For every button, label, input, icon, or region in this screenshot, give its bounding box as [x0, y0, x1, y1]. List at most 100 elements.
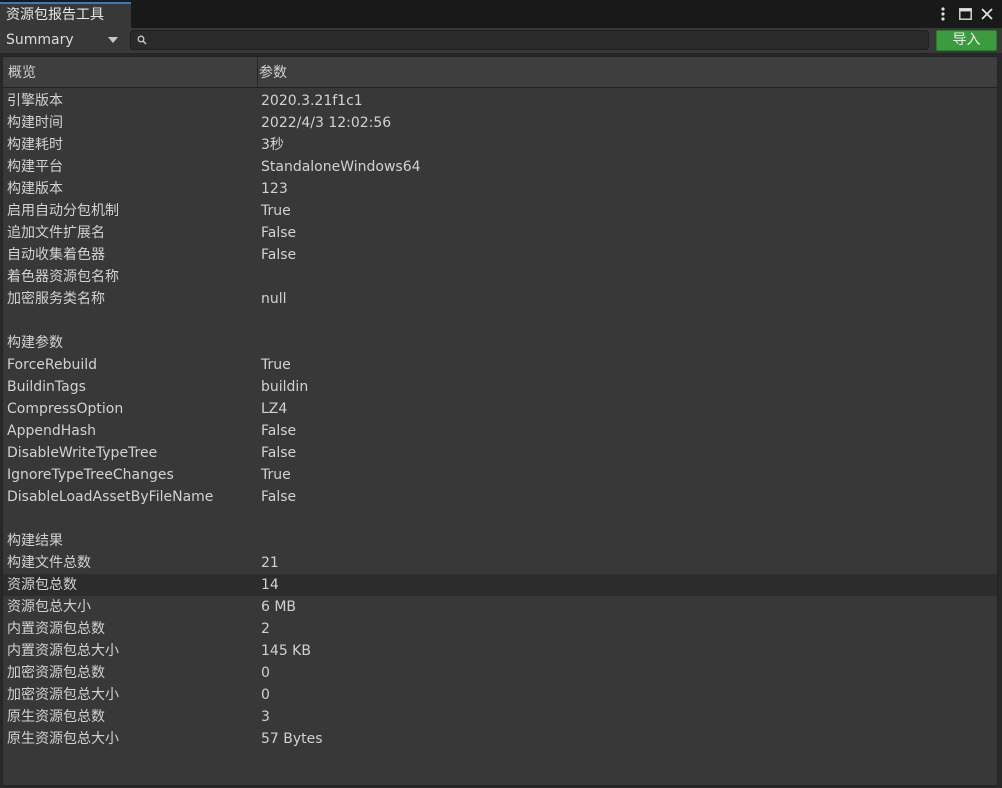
table-row[interactable]: 构建平台 StandaloneWindows64 — [3, 156, 997, 178]
column-header-parameter[interactable]: 参数 — [253, 57, 287, 87]
row-key: 着色器资源包名称 — [7, 269, 119, 285]
table-row[interactable]: 原生资源包总大小 57 Bytes — [3, 728, 997, 750]
row-value: False — [261, 247, 297, 263]
table-row[interactable]: 构建文件总数 21 — [3, 552, 997, 574]
row-value: True — [261, 203, 291, 219]
row-key: 构建版本 — [7, 181, 63, 197]
table-row[interactable]: ForceRebuild True — [3, 354, 997, 376]
row-key: 引擎版本 — [7, 93, 63, 109]
row-key: 资源包总数 — [7, 577, 77, 593]
row-value: 2020.3.21f1c1 — [261, 93, 363, 109]
table-row[interactable]: 启用自动分包机制 True — [3, 200, 997, 222]
asset-bundle-reporter-window: 资源包报告工具 Summary 导入 概览 参数 引擎版本 2020.3.21f… — [0, 0, 1002, 788]
table-row[interactable]: 加密资源包总大小 0 — [3, 684, 997, 706]
table-row[interactable]: 构建时间 2022/4/3 12:02:56 — [3, 112, 997, 134]
row-key: 自动收集着色器 — [7, 247, 105, 263]
kebab-menu-icon[interactable] — [936, 5, 950, 23]
table-row[interactable]: 构建参数 — [3, 332, 997, 354]
table-row[interactable] — [3, 508, 997, 530]
row-key: CompressOption — [7, 401, 124, 417]
row-value: 57 Bytes — [261, 731, 323, 747]
chevron-down-icon — [108, 37, 118, 43]
window-controls — [936, 4, 994, 24]
table-row[interactable]: 构建版本 123 — [3, 178, 997, 200]
table-row[interactable]: 构建结果 — [3, 530, 997, 552]
row-key: 加密资源包总数 — [7, 665, 105, 681]
row-value: null — [261, 291, 287, 307]
row-key: 加密服务类名称 — [7, 291, 105, 307]
row-value: 2 — [261, 621, 270, 637]
view-mode-label: Summary — [6, 32, 74, 48]
table-row[interactable]: DisableLoadAssetByFileName False — [3, 486, 997, 508]
table-row[interactable]: 内置资源包总数 2 — [3, 618, 997, 640]
table-header: 概览 参数 — [3, 57, 997, 88]
table-row[interactable]: 资源包总大小 6 MB — [3, 596, 997, 618]
table-row[interactable]: 追加文件扩展名 False — [3, 222, 997, 244]
row-value: 3秒 — [261, 137, 284, 153]
row-value: 6 MB — [261, 599, 297, 615]
tab-bar: 资源包报告工具 — [0, 0, 1002, 28]
table-row[interactable]: 加密资源包总数 0 — [3, 662, 997, 684]
row-value: buildin — [261, 379, 309, 395]
search-input[interactable] — [151, 31, 925, 51]
maximize-icon[interactable] — [958, 5, 972, 23]
row-key: 原生资源包总数 — [7, 709, 105, 725]
row-key: 启用自动分包机制 — [7, 203, 119, 219]
search-icon — [137, 35, 147, 45]
row-value: 2022/4/3 12:02:56 — [261, 115, 392, 131]
row-value: 3 — [261, 709, 270, 725]
table-row[interactable] — [3, 310, 997, 332]
import-button[interactable]: 导入 — [936, 30, 997, 51]
table-row[interactable]: CompressOption LZ4 — [3, 398, 997, 420]
table-row[interactable]: 着色器资源包名称 — [3, 266, 997, 288]
table-row[interactable]: BuildinTags buildin — [3, 376, 997, 398]
column-header-overview[interactable]: 概览 — [3, 57, 258, 87]
table-row[interactable]: IgnoreTypeTreeChanges True — [3, 464, 997, 486]
row-key: 加密资源包总大小 — [7, 687, 119, 703]
row-key: 构建时间 — [7, 115, 63, 131]
table-body: 引擎版本 2020.3.21f1c1 构建时间 2022/4/3 12:02:56 构建… — [3, 90, 997, 750]
row-value: 0 — [261, 665, 270, 681]
row-key: 构建耗时 — [7, 137, 63, 153]
close-icon[interactable] — [980, 5, 994, 23]
row-value: False — [261, 489, 297, 505]
window-tab[interactable]: 资源包报告工具 — [0, 2, 131, 28]
row-value: LZ4 — [261, 401, 288, 417]
summary-table: 概览 参数 引擎版本 2020.3.21f1c1 构建时间 2022/4/3 12:0… — [2, 56, 998, 786]
row-value: 14 — [261, 577, 279, 593]
row-key: 原生资源包总大小 — [7, 731, 119, 747]
row-value: False — [261, 225, 297, 241]
row-key: DisableWriteTypeTree — [7, 445, 158, 461]
table-row[interactable]: 原生资源包总数 3 — [3, 706, 997, 728]
table-row[interactable]: 资源包总数 14 — [3, 574, 997, 596]
row-key: 内置资源包总大小 — [7, 643, 119, 659]
table-row[interactable]: 内置资源包总大小 145 KB — [3, 640, 997, 662]
row-value: False — [261, 445, 297, 461]
table-row[interactable]: 加密服务类名称 null — [3, 288, 997, 310]
row-value: True — [261, 357, 291, 373]
toolbar: Summary 导入 — [0, 28, 1002, 54]
row-value: True — [261, 467, 291, 483]
row-key: IgnoreTypeTreeChanges — [7, 467, 174, 483]
search-field[interactable] — [130, 30, 929, 51]
row-value: StandaloneWindows64 — [261, 159, 421, 175]
view-mode-dropdown[interactable]: Summary — [2, 30, 122, 50]
row-key: 构建文件总数 — [7, 555, 91, 571]
table-row[interactable]: 构建耗时 3秒 — [3, 134, 997, 156]
row-key: 构建平台 — [7, 159, 63, 175]
row-key: DisableLoadAssetByFileName — [7, 489, 214, 505]
table-row[interactable]: AppendHash False — [3, 420, 997, 442]
row-value: 145 KB — [261, 643, 311, 659]
row-key: 内置资源包总数 — [7, 621, 105, 637]
row-key: ForceRebuild — [7, 357, 98, 373]
row-key: 构建参数 — [7, 335, 63, 351]
row-value: 123 — [261, 181, 288, 197]
row-key: 资源包总大小 — [7, 599, 91, 615]
table-row[interactable]: 引擎版本 2020.3.21f1c1 — [3, 90, 997, 112]
table-row[interactable]: 自动收集着色器 False — [3, 244, 997, 266]
row-key: AppendHash — [7, 423, 96, 439]
row-key: BuildinTags — [7, 379, 86, 395]
table-row[interactable]: DisableWriteTypeTree False — [3, 442, 997, 464]
row-value: 0 — [261, 687, 270, 703]
row-value: False — [261, 423, 297, 439]
